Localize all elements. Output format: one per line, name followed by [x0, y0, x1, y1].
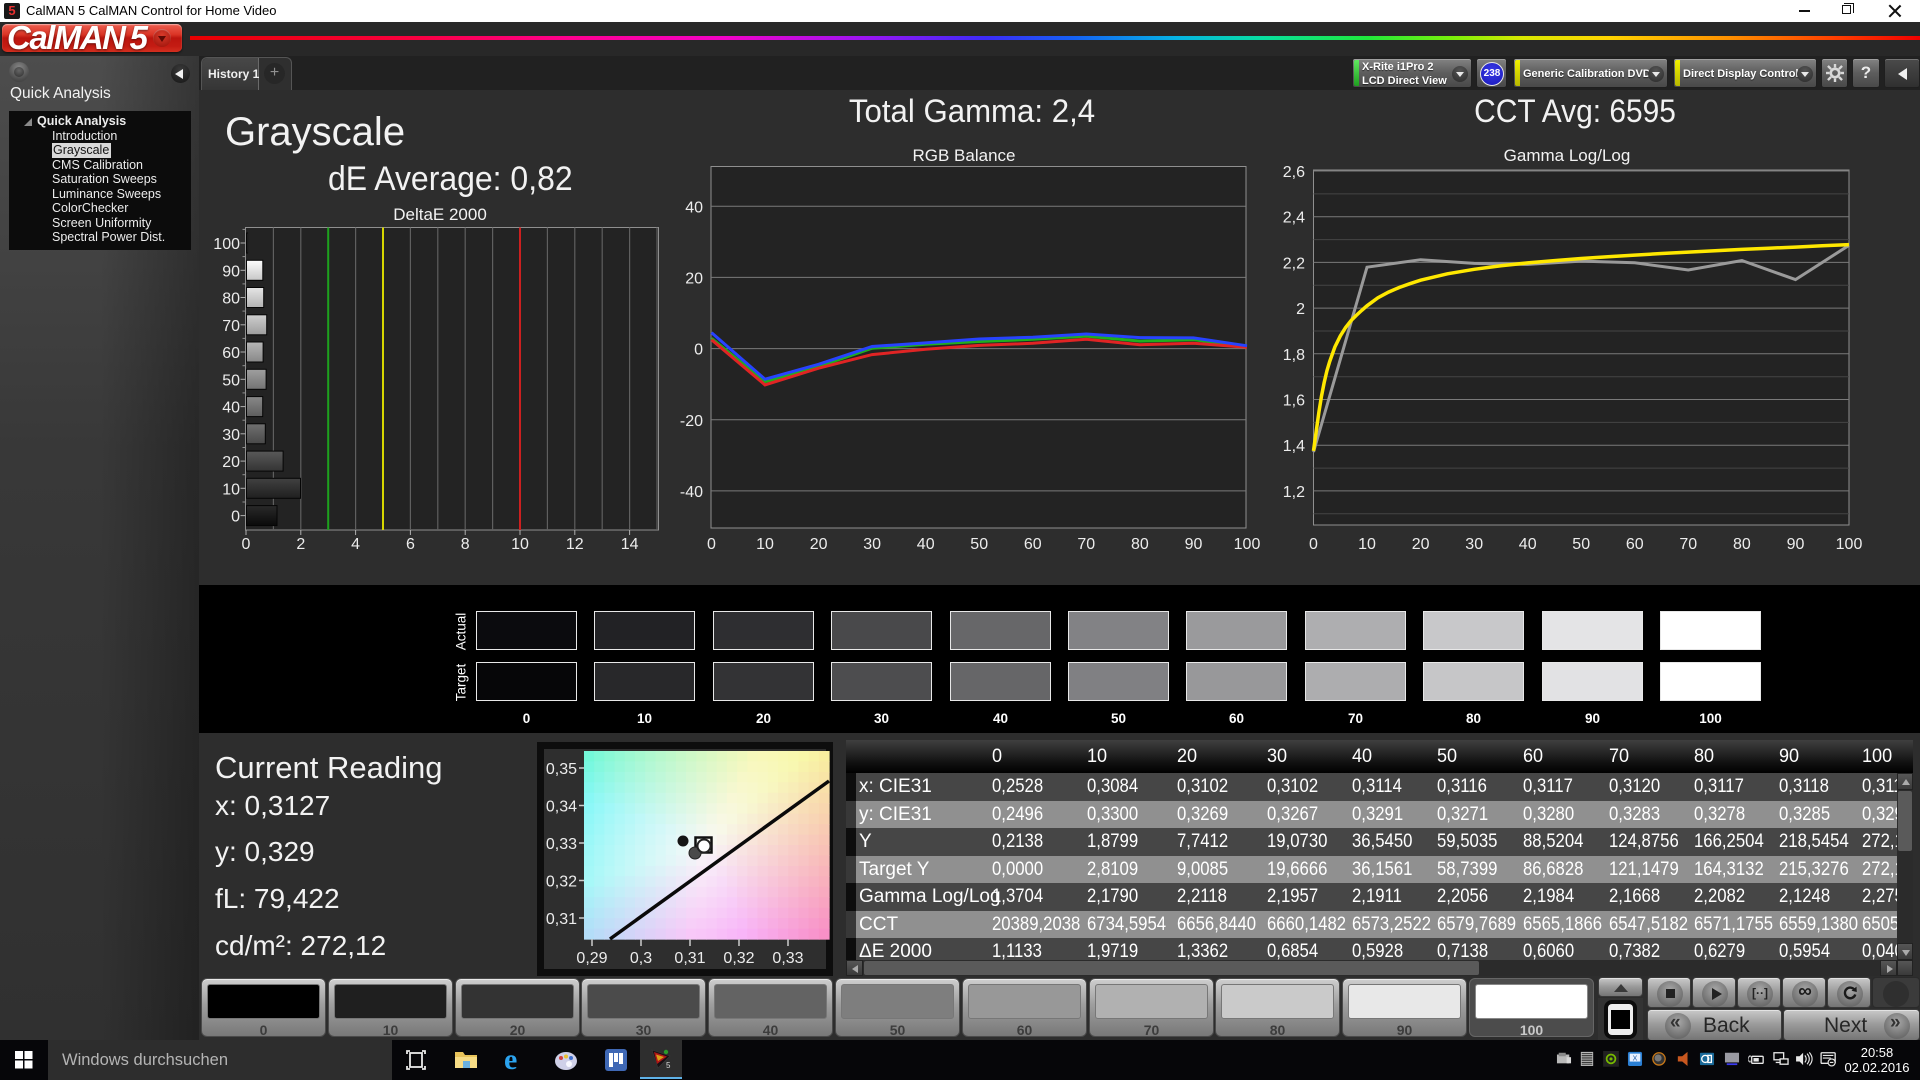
svg-text:1,2: 1,2 [1283, 484, 1305, 501]
svg-text:30: 30 [863, 536, 881, 553]
svg-text:0: 0 [1309, 536, 1318, 553]
svg-text:90: 90 [1787, 536, 1805, 553]
svg-text:10: 10 [511, 536, 529, 553]
svg-text:0: 0 [707, 536, 716, 553]
svg-text:0,33: 0,33 [772, 950, 803, 967]
svg-text:2: 2 [1296, 301, 1305, 318]
svg-text:30: 30 [222, 427, 240, 444]
svg-text:50: 50 [1572, 536, 1590, 553]
svg-text:1,4: 1,4 [1283, 438, 1305, 455]
svg-text:0,31: 0,31 [546, 911, 577, 928]
svg-text:100: 100 [1836, 536, 1863, 553]
svg-text:50: 50 [970, 536, 988, 553]
svg-text:0,34: 0,34 [546, 799, 577, 816]
svg-text:60: 60 [222, 345, 240, 362]
svg-text:80: 80 [1131, 536, 1149, 553]
svg-text:-40: -40 [680, 484, 703, 501]
svg-text:12: 12 [566, 536, 584, 553]
svg-text:0: 0 [231, 509, 240, 526]
svg-text:-20: -20 [680, 413, 703, 430]
svg-text:100: 100 [1234, 536, 1261, 553]
svg-text:10: 10 [756, 536, 774, 553]
svg-text:90: 90 [1185, 536, 1203, 553]
svg-text:30: 30 [1465, 536, 1483, 553]
svg-text:40: 40 [917, 536, 935, 553]
svg-text:1,6: 1,6 [1283, 393, 1305, 410]
svg-text:20: 20 [685, 270, 703, 287]
svg-text:70: 70 [222, 318, 240, 335]
svg-text:2: 2 [296, 536, 305, 553]
svg-text:20: 20 [1412, 536, 1430, 553]
svg-text:50: 50 [222, 372, 240, 389]
svg-text:0,31: 0,31 [674, 950, 705, 967]
svg-text:X: X [1633, 1056, 1638, 1063]
svg-text:70: 70 [1077, 536, 1095, 553]
svg-text:40: 40 [685, 199, 703, 216]
svg-text:0: 0 [694, 342, 703, 359]
svg-text:2,6: 2,6 [1283, 164, 1305, 181]
svg-text:60: 60 [1024, 536, 1042, 553]
svg-text:6: 6 [406, 536, 415, 553]
svg-text:40: 40 [222, 400, 240, 417]
svg-text:0,33: 0,33 [546, 836, 577, 853]
svg-text:20: 20 [222, 454, 240, 471]
svg-text:100: 100 [213, 236, 240, 253]
svg-text:0: 0 [242, 536, 251, 553]
svg-text:0,32: 0,32 [546, 874, 577, 891]
svg-text:8: 8 [461, 536, 470, 553]
svg-text:4: 4 [351, 536, 360, 553]
svg-text:1,8: 1,8 [1283, 347, 1305, 364]
svg-text:2,2: 2,2 [1283, 255, 1305, 272]
svg-text:2,4: 2,4 [1283, 210, 1305, 227]
svg-text:60: 60 [1626, 536, 1644, 553]
svg-text:0,3: 0,3 [630, 950, 652, 967]
svg-text:10: 10 [222, 481, 240, 498]
svg-text:20: 20 [810, 536, 828, 553]
svg-text:10: 10 [1358, 536, 1376, 553]
svg-text:90: 90 [222, 263, 240, 280]
svg-text:70: 70 [1679, 536, 1697, 553]
svg-text:5: 5 [666, 1061, 671, 1070]
svg-text:0,32: 0,32 [723, 950, 754, 967]
svg-text:14: 14 [621, 536, 639, 553]
svg-text:0,29: 0,29 [576, 950, 607, 967]
svg-text:80: 80 [1733, 536, 1751, 553]
svg-text:0,35: 0,35 [546, 761, 577, 778]
svg-text:40: 40 [1519, 536, 1537, 553]
svg-text:80: 80 [222, 291, 240, 308]
